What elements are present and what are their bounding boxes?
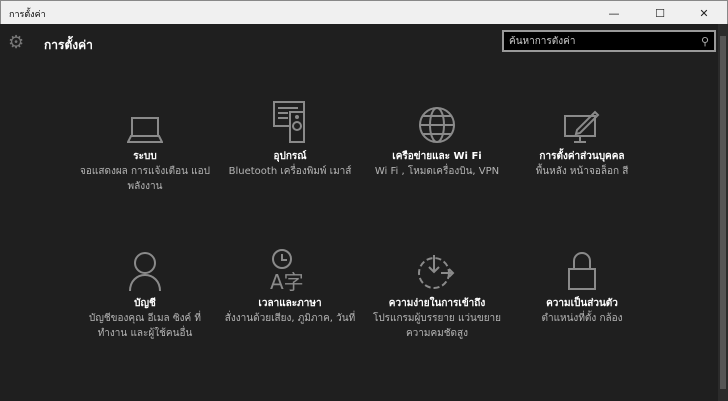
tile-description: จอแสดงผล การแจ้งเตือน แอป พลังงาน [80, 166, 210, 192]
tile-title: ความเป็นส่วนตัว [546, 298, 618, 309]
tile-globe[interactable]: เครือข่ายและ Wi Fi Wi Fi , โหมดเครื่องบิน… [367, 100, 507, 179]
tile-title: อุปกรณ์ [273, 151, 307, 162]
scrollbar-thumb[interactable] [720, 36, 726, 389]
gear-icon: ⚙ [8, 32, 25, 53]
tile-lock[interactable]: ความเป็นส่วนตัวตำแหน่งที่ตั้ง กล้อง [512, 247, 652, 326]
header: ⚙ การตั้งค่า ⚲ [0, 24, 718, 64]
tile-title: บัญชี [134, 298, 156, 309]
tile-description: สั่งงานด้วยเสียง, ภูมิภาค, วันที่ [224, 313, 356, 324]
tile-personalization[interactable]: การตั้งค่าส่วนบุคคลพื้นหลัง หน้าจอล็อก ส… [512, 100, 652, 179]
laptop-icon [75, 100, 215, 144]
globe-icon [367, 100, 507, 144]
person-icon [75, 247, 215, 291]
search-box[interactable]: ⚲ [502, 30, 716, 52]
minimize-button[interactable]: — [591, 1, 637, 25]
tile-description: Bluetooth เครื่องพิมพ์ เมาส์ [228, 166, 352, 177]
page-title: การตั้งค่า [44, 38, 93, 52]
time-language-icon: A字 [220, 247, 360, 291]
tile-title: ความง่ายในการเข้าถึง [388, 298, 486, 309]
tile-title: ระบบ [133, 151, 157, 162]
tile-title: เครือข่ายและ Wi Fi [392, 151, 482, 162]
tile-ease-of-access[interactable]: ความง่ายในการเข้าถึงโปรแกรมผู้บรรยาย แว่… [367, 247, 507, 341]
tile-description: โปรแกรมผู้บรรยาย แว่นขยาย ความคมชัดสูง [372, 313, 502, 339]
window-title: การตั้งค่า [9, 10, 46, 20]
devices-icon [220, 100, 360, 144]
tile-person[interactable]: บัญชีบัญชีของคุณ อีเมล ซิงค์ ที่ทำงาน แล… [75, 247, 215, 341]
search-icon[interactable]: ⚲ [701, 35, 714, 48]
tile-laptop[interactable]: ระบบจอแสดงผล การแจ้งเตือน แอป พลังงาน [75, 100, 215, 194]
title-bar: การตั้งค่า — ☐ ✕ [0, 0, 728, 24]
tile-description: ตำแหน่งที่ตั้ง กล้อง [541, 313, 623, 324]
tile-devices[interactable]: อุปกรณ์ Bluetooth เครื่องพิมพ์ เมาส์ [220, 100, 360, 179]
tile-time-language[interactable]: A字 เวลาและภาษาสั่งงานด้วยเสียง, ภูมิภาค, … [220, 247, 360, 326]
maximize-button[interactable]: ☐ [637, 1, 683, 25]
tile-title: เวลาและภาษา [258, 298, 322, 309]
close-button[interactable]: ✕ [681, 1, 727, 25]
ease-of-access-icon [367, 247, 507, 291]
tile-description: Wi Fi , โหมดเครื่องบิน, VPN [374, 166, 500, 177]
tile-description: พื้นหลัง หน้าจอล็อก สี [535, 166, 629, 177]
tile-title: การตั้งค่าส่วนบุคคล [539, 151, 625, 162]
search-input[interactable] [504, 35, 701, 47]
tile-description: บัญชีของคุณ อีเมล ซิงค์ ที่ทำงาน และผู้ใ… [89, 313, 201, 339]
lock-icon [512, 247, 652, 291]
svg-text:A字: A字 [270, 270, 304, 291]
scrollbar[interactable] [718, 24, 728, 401]
personalization-icon [512, 100, 652, 144]
